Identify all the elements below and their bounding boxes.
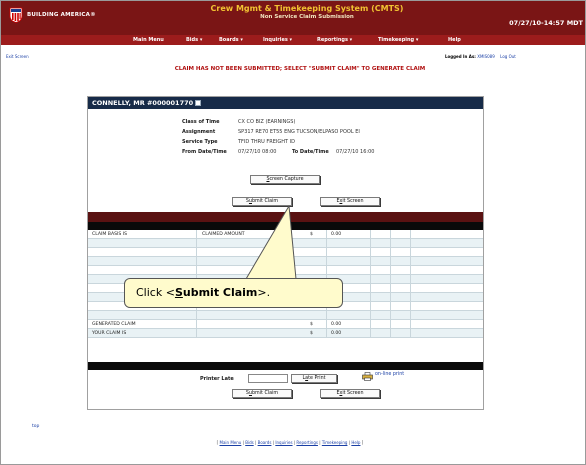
top-link[interactable]: top bbox=[32, 424, 39, 429]
footer-link-inquiries[interactable]: Inquiries bbox=[275, 440, 292, 445]
footer-links: [ Main Menu | Bids | Boards | Inquiries … bbox=[216, 440, 364, 445]
callout-pointer-cover bbox=[247, 279, 295, 281]
callout-text: Click <Submit Claim>. bbox=[136, 286, 271, 299]
footer-link-main-menu[interactable]: Main Menu bbox=[220, 440, 242, 445]
footer-link-reportings[interactable]: Reportings bbox=[296, 440, 318, 445]
footer-link-bids[interactable]: Bids bbox=[245, 440, 253, 445]
footer-link-boards[interactable]: Boards bbox=[258, 440, 272, 445]
footer-link-timekeeping[interactable]: Timekeeping bbox=[322, 440, 348, 445]
